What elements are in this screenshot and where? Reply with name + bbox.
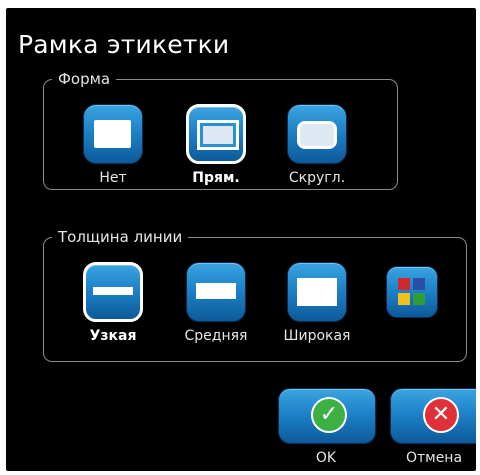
thickness-narrow-tile[interactable]	[83, 262, 143, 322]
thickness-option-wide[interactable]: Широкая	[267, 262, 367, 344]
grid-square-red	[398, 278, 410, 290]
rectangle-frame-icon	[197, 120, 239, 150]
thickness-medium-tile[interactable]	[186, 262, 246, 322]
cancel-button[interactable]: ✕	[390, 388, 476, 444]
ok-button[interactable]: ✓	[278, 388, 376, 444]
color-grid-button[interactable]	[386, 266, 438, 318]
shape-option-rounded[interactable]: Скругл.	[267, 104, 367, 186]
shape-option-label: Прям.	[192, 170, 240, 186]
cancel-label: Отмена	[405, 450, 463, 466]
line-thickness-legend: Толщина линии	[58, 228, 183, 246]
shape-rectangle-tile[interactable]	[186, 104, 246, 164]
shape-option-rectangle[interactable]: Прям.	[166, 104, 266, 186]
thickness-wide-tile[interactable]	[287, 262, 347, 322]
shape-option-none[interactable]: Нет	[63, 104, 163, 186]
thin-line-icon	[93, 287, 133, 295]
thickness-option-narrow[interactable]: Узкая	[63, 262, 163, 344]
grid-square-green	[413, 293, 425, 305]
wide-line-icon	[297, 278, 337, 306]
ok-label: OK	[315, 450, 337, 466]
label-frame-dialog: Рамка этикетки Форма Нет Прям. Скругл. Т…	[6, 8, 476, 471]
thickness-option-label: Узкая	[89, 328, 137, 344]
shape-option-label: Нет	[99, 170, 127, 186]
shape-none-tile[interactable]	[83, 104, 143, 164]
no-frame-icon	[94, 120, 131, 148]
grid-square-blue	[413, 278, 425, 290]
shape-rounded-tile[interactable]	[287, 104, 347, 164]
grid-square-yellow	[398, 293, 410, 305]
dialog-title: Рамка этикетки	[18, 30, 230, 59]
close-icon: ✕	[423, 397, 459, 433]
shape-group-legend: Форма	[58, 70, 111, 88]
thickness-option-medium[interactable]: Средняя	[166, 262, 266, 344]
medium-line-icon	[196, 283, 236, 299]
thickness-option-label: Широкая	[283, 328, 351, 344]
rounded-frame-icon	[297, 121, 337, 149]
check-icon: ✓	[311, 397, 347, 433]
thickness-option-label: Средняя	[184, 328, 248, 344]
shape-option-label: Скругл.	[288, 170, 346, 186]
